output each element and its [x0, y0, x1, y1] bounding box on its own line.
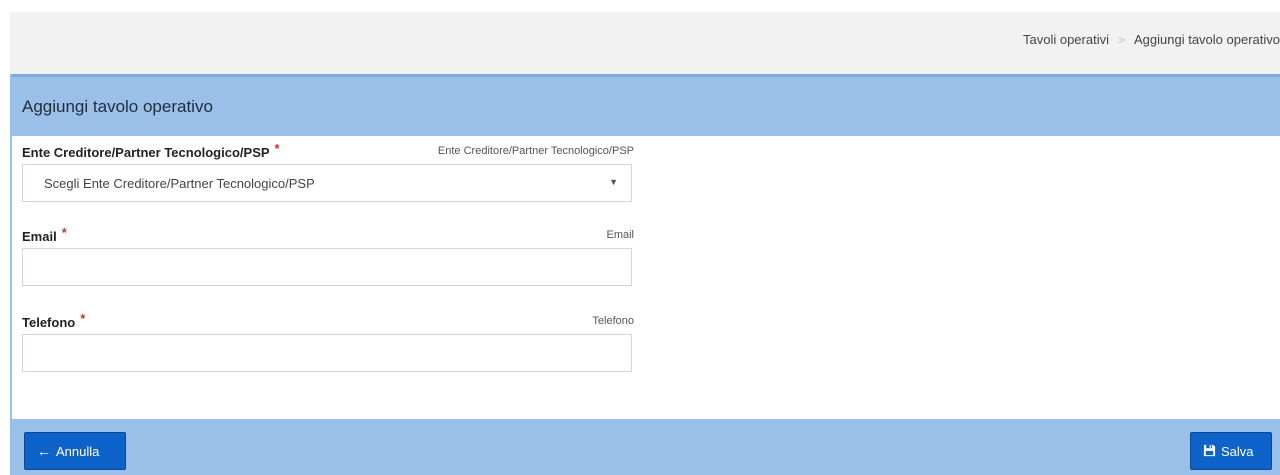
cancel-button-label: Annulla [56, 444, 100, 459]
save-button[interactable]: Salva [1190, 432, 1272, 470]
panel-header: Aggiungi tavolo operativo [12, 74, 1280, 136]
email-label: Email * [22, 225, 67, 244]
arrow-left-icon: ← [37, 443, 51, 459]
floppy-disk-icon [1203, 433, 1216, 469]
required-marker: * [80, 311, 86, 326]
telefono-input[interactable] [22, 334, 632, 372]
breadcrumb-separator: > [1117, 33, 1125, 47]
top-bar: Tavoli operativi > Aggiungi tavolo operati… [10, 12, 1280, 74]
email-input[interactable] [22, 248, 632, 286]
telefono-label: Telefono * [22, 311, 86, 330]
cancel-button[interactable]: ← Annulla [24, 432, 126, 470]
telefono-hint: Telefono [592, 315, 634, 327]
save-button-label: Salva [1221, 444, 1254, 459]
telefono-field: Telefono * Telefono [22, 306, 634, 372]
ente-field: Ente Creditore/Partner Tecnologico/PSP * … [22, 136, 634, 202]
required-marker: * [274, 141, 280, 156]
form-panel: Aggiungi tavolo operativo Ente Creditore… [10, 74, 1280, 475]
required-marker: * [61, 225, 67, 240]
ente-select[interactable]: Scegli Ente Creditore/Partner Tecnologic… [22, 164, 632, 202]
email-field: Email * Email [22, 220, 634, 286]
panel-footer: ← Annulla Salva [12, 419, 1280, 475]
breadcrumb-item-tavoli-operativi[interactable]: Tavoli operativi [1023, 32, 1109, 47]
ente-select-value: Scegli Ente Creditore/Partner Tecnologic… [44, 176, 315, 191]
breadcrumb-item-current: Aggiungi tavolo operativo [1134, 32, 1280, 47]
breadcrumb: Tavoli operativi > Aggiungi tavolo operati… [1023, 12, 1280, 74]
ente-hint: Ente Creditore/Partner Tecnologico/PSP [437, 145, 634, 157]
ente-label: Ente Creditore/Partner Tecnologico/PSP * [22, 141, 280, 160]
email-hint: Email [606, 229, 634, 241]
panel-title: Aggiungi tavolo operativo [22, 97, 213, 116]
caret-down-icon: ▼ [609, 177, 618, 187]
